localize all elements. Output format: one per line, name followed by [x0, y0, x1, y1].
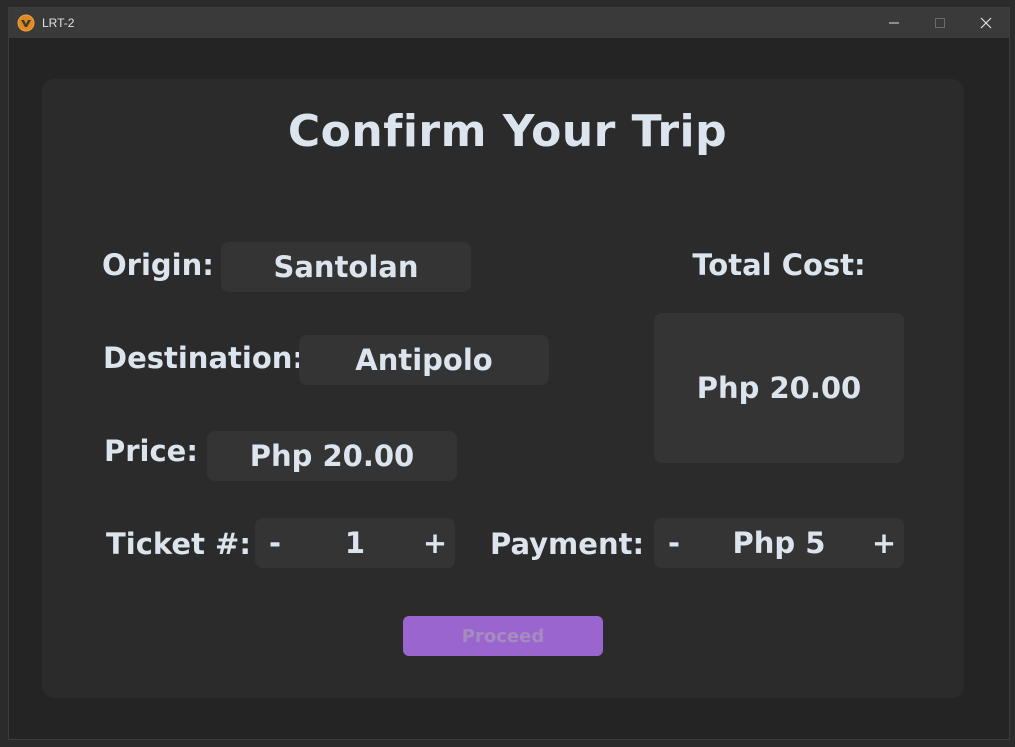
window-title: LRT-2: [42, 16, 75, 30]
close-button[interactable]: [963, 8, 1009, 38]
destination-field: Antipolo: [299, 335, 549, 385]
ticket-stepper: - 1 +: [255, 518, 455, 568]
total-cost-field: Php 20.00: [654, 313, 904, 463]
lrt-logo-icon: [17, 14, 35, 32]
proceed-button[interactable]: Proceed: [403, 616, 603, 656]
price-field: Php 20.00: [207, 431, 457, 481]
ticket-increment-button[interactable]: +: [415, 526, 455, 560]
title-bar[interactable]: LRT-2: [9, 8, 1009, 38]
page-title: Confirm Your Trip: [287, 106, 728, 157]
minimize-button[interactable]: [871, 8, 917, 38]
destination-label: Destination:: [103, 341, 304, 375]
payment-stepper: - Php 5 +: [654, 518, 904, 568]
payment-decrement-button[interactable]: -: [654, 526, 694, 560]
ticket-count-label: Ticket #:: [106, 527, 251, 561]
window-controls: [871, 8, 1009, 38]
origin-field: Santolan: [221, 242, 471, 292]
maximize-button[interactable]: [917, 8, 963, 38]
payment-increment-button[interactable]: +: [864, 526, 904, 560]
payment-value: Php 5: [732, 526, 826, 560]
maximize-icon: [935, 18, 945, 28]
price-label: Price:: [104, 434, 198, 468]
close-icon: [980, 17, 992, 29]
minimize-icon: [889, 22, 899, 24]
ticket-decrement-button[interactable]: -: [255, 526, 295, 560]
total-cost-label: Total Cost:: [692, 248, 866, 282]
payment-label: Payment:: [490, 527, 645, 561]
origin-label: Origin:: [102, 248, 214, 282]
ticket-count-value: 1: [344, 526, 366, 560]
